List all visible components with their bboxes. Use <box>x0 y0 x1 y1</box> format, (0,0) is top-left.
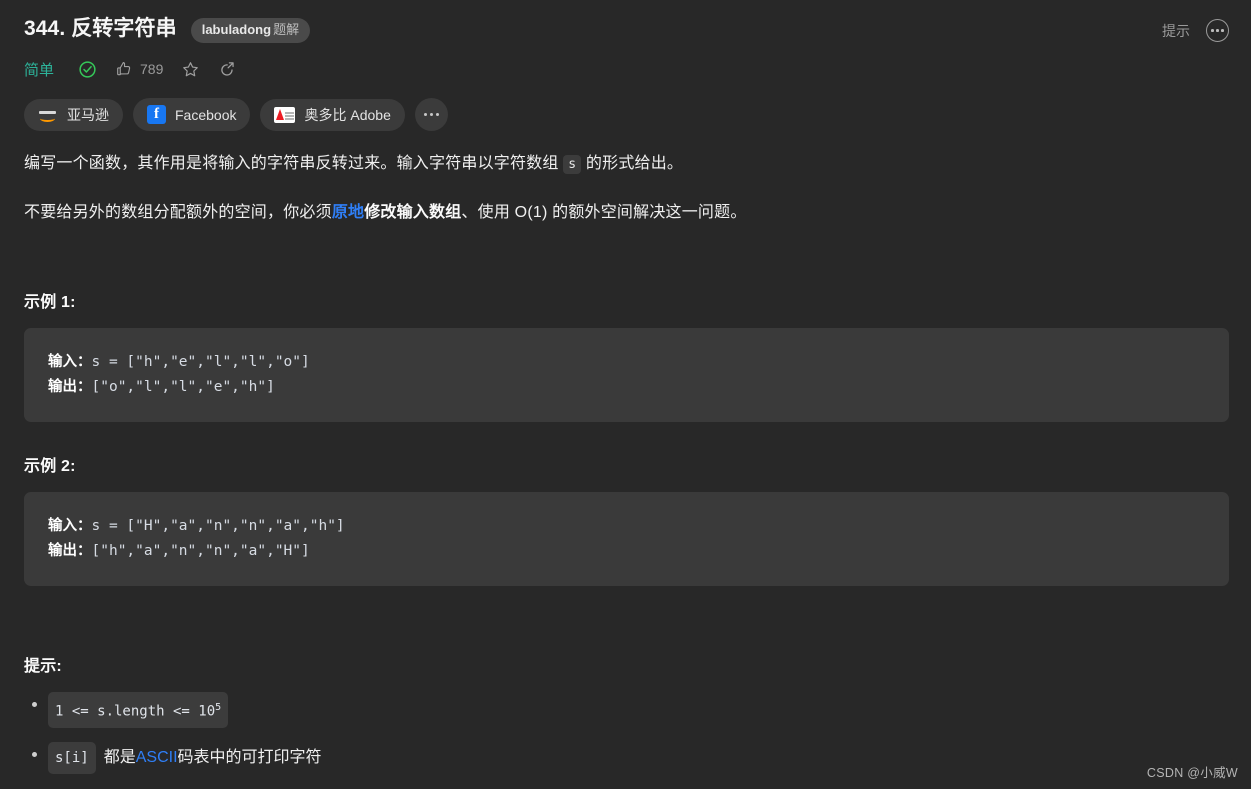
description-paragraph-1: 编写一个函数，其作用是将输入的字符串反转过来。输入字符串以字符数组 s 的形式给… <box>24 151 1229 178</box>
description-text-2b: 、使用 O(1) 的额外空间解决这一问题。 <box>461 204 747 221</box>
constraints-list: 1 <= s.length <= 105 s[i] 都是 ASCII 码表中的可… <box>24 692 1229 774</box>
constraint-code-1-exponent: 5 <box>215 702 222 713</box>
problem-content: 编写一个函数，其作用是将输入的字符串反转过来。输入字符串以字符数组 s 的形式给… <box>0 151 1251 774</box>
solved-status[interactable] <box>78 60 97 79</box>
company-tag-label: 奥多比 Adobe <box>304 106 391 123</box>
example-1-output-label: 输出： <box>48 379 92 395</box>
example-2-output-value: ["h","a","n","n","a","H"] <box>91 543 310 559</box>
constraints-heading: 提示: <box>24 658 62 675</box>
amazon-logo-icon <box>38 108 58 122</box>
facebook-logo-icon: f <box>147 105 166 124</box>
ascii-link[interactable]: ASCII <box>136 746 178 770</box>
page-title: 344. 反转字符串 <box>24 17 177 40</box>
example-2-code-block: 输入：s = ["H","a","n","n","a","h"] 输出：["h"… <box>24 492 1229 586</box>
company-tag-facebook[interactable]: f Facebook <box>133 98 251 131</box>
description-paragraph-2: 不要给另外的数组分配额外的空间，你必须原地修改输入数组、使用 O(1) 的额外空… <box>24 200 1229 226</box>
constraint-code-2: s[i] <box>48 741 96 774</box>
constraint-item-1: 1 <= s.length <= 105 <box>32 692 1229 728</box>
hint-button[interactable]: 提示 <box>1162 21 1190 41</box>
example-1-output-value: ["o","l","l","e","h"] <box>91 379 275 395</box>
ellipsis-icon[interactable] <box>414 98 448 131</box>
example-2-heading: 示例 2: <box>24 458 76 475</box>
header-actions: 提示 <box>1162 14 1229 42</box>
company-tags: 亚马逊 f Facebook 奥多比 Adobe <box>0 82 1251 131</box>
watermark: CSDN @小威W <box>1146 766 1238 780</box>
company-tag-adobe[interactable]: 奥多比 Adobe <box>260 98 405 131</box>
example-2-output-label: 输出： <box>48 543 92 559</box>
solution-badge-sub: 题解 <box>273 21 300 37</box>
ellipsis-circle-icon[interactable] <box>1206 19 1229 42</box>
example-1-input-value: s = ["h","e","l","l","o"] <box>91 354 310 370</box>
inplace-link[interactable]: 原地 <box>332 204 364 221</box>
solution-badge-main: labuladong <box>201 21 272 37</box>
likes-count: 789 <box>140 61 164 77</box>
example-1-code-block: 输入：s = ["h","e","l","l","o"] 输出：["o","l"… <box>24 328 1229 422</box>
problem-header: 344. 反转字符串 labuladong 题解 提示 <box>0 0 1251 44</box>
share-control[interactable] <box>218 60 237 79</box>
favorite-control[interactable] <box>181 60 200 79</box>
share-icon <box>221 61 235 76</box>
solution-badge[interactable]: labuladong 题解 <box>190 17 311 43</box>
example-1-heading: 示例 1: <box>24 294 76 311</box>
description-text-2a: 不要给另外的数组分配额外的空间，你必须 <box>24 204 332 221</box>
thumbs-up-icon <box>117 61 131 76</box>
example-2-input-label: 输入： <box>48 518 92 534</box>
company-tag-label: 亚马逊 <box>67 106 109 123</box>
example-2-input-value: s = ["H","a","n","n","a","h"] <box>91 518 345 534</box>
likes-control[interactable]: 789 <box>115 60 163 78</box>
description-text-1a: 编写一个函数，其作用是将输入的字符串反转过来。输入字符串以字符数组 <box>24 155 564 172</box>
constraint-code-1-base: 1 <= s.length <= 10 <box>55 703 216 720</box>
constraint-text-2b: 码表中的可打印字符 <box>177 748 322 766</box>
constraint-code-1: 1 <= s.length <= 105 <box>48 692 229 728</box>
description-text-1b: 的形式给出。 <box>581 155 684 172</box>
difficulty-label: 简单 <box>24 61 55 79</box>
example-1-input-label: 输入： <box>48 354 92 370</box>
check-circle-icon <box>79 60 96 78</box>
adobe-logo-icon <box>274 106 296 123</box>
constraint-text-2a: 都是 <box>103 748 136 766</box>
constraint-item-2: s[i] 都是 ASCII 码表中的可打印字符 <box>32 741 1229 774</box>
inline-code-s: s <box>563 155 582 174</box>
title-group: 344. 反转字符串 labuladong 题解 <box>24 14 1162 44</box>
description-bold-2: 修改输入数组 <box>364 204 462 221</box>
problem-stats: 简单 789 <box>0 44 1251 82</box>
company-tag-amazon[interactable]: 亚马逊 <box>24 98 123 131</box>
star-icon <box>183 61 199 76</box>
company-tag-label: Facebook <box>175 106 237 123</box>
